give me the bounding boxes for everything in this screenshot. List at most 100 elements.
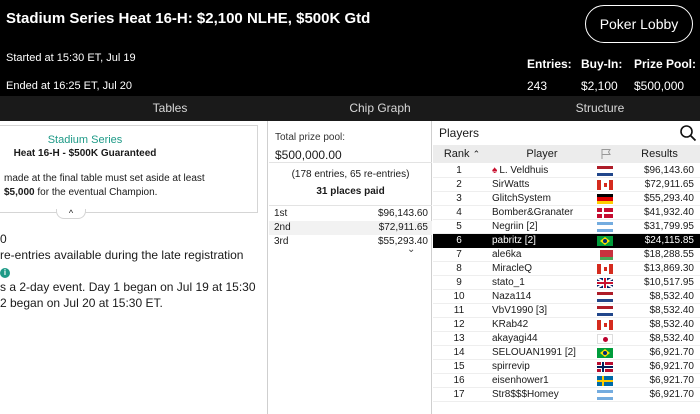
tab-tables[interactable]: Tables — [60, 96, 280, 121]
search-icon[interactable] — [679, 124, 697, 142]
player-rank: 4 — [456, 207, 462, 218]
poker-lobby-button[interactable]: Poker Lobby — [585, 5, 693, 43]
flag-de-icon — [597, 194, 613, 204]
player-rank: 1 — [456, 165, 462, 176]
player-name-cell: ale6ka — [492, 248, 521, 262]
note-line-2: re-entries available during the late reg… — [0, 248, 244, 262]
tab-bar: Tables Chip Graph Structure — [0, 96, 700, 121]
player-result: $6,921.70 — [649, 347, 695, 358]
player-name-cell: ♠ L. Veldhuis — [492, 164, 548, 178]
tab-chip-graph[interactable]: Chip Graph — [270, 96, 490, 121]
player-result: $55,293.40 — [643, 193, 694, 204]
desc-line-1: made at the final table must set aside a… — [4, 173, 205, 184]
player-rank: 8 — [456, 263, 462, 274]
player-row[interactable]: 3 GlitchSystem $55,293.40 — [433, 192, 700, 206]
player-name-cell: Negriin [2] — [492, 220, 538, 234]
player-result: $8,532.40 — [649, 305, 695, 316]
sort-up-icon: ⌃ — [472, 149, 481, 159]
row-divider — [433, 401, 700, 402]
flag-se-icon — [597, 376, 613, 386]
player-name: SELOUAN1991 [2] — [492, 347, 576, 358]
players-panel: Players Rank ⌃ Player Results 1 ♠ L. Veldh… — [433, 121, 700, 414]
player-name-cell: stato_1 — [492, 276, 525, 290]
player-name: ale6ka — [492, 249, 522, 260]
flag-jp-icon — [597, 334, 613, 344]
player-row[interactable]: 9 stato_1 $10,517.95 — [433, 276, 700, 290]
player-rank: 13 — [453, 333, 465, 344]
total-prize-pool-value: $500,000.00 — [275, 148, 342, 162]
player-result: $8,532.40 — [649, 333, 695, 344]
player-name-cell: Naza114 — [492, 290, 531, 304]
player-row[interactable]: 17 Str8$$$Homey $6,921.70 — [433, 388, 700, 402]
note-line-4: s a 2-day event. Day 1 began on Jul 19 a… — [0, 280, 256, 294]
payout-row: 1st $96,143.60 — [269, 207, 432, 221]
player-row[interactable]: 15 spirrevip $6,921.70 — [433, 360, 700, 374]
player-rank: 10 — [453, 291, 465, 302]
rank-header-label: Rank — [443, 148, 470, 160]
player-row[interactable]: 12 KRab42 $8,532.40 — [433, 318, 700, 332]
player-row[interactable]: 5 Negriin [2] $31,799.95 — [433, 220, 700, 234]
player-name-cell: akayagi44 — [492, 332, 538, 346]
player-name: KRab42 — [492, 319, 529, 330]
flag-by-icon — [597, 250, 613, 260]
player-row[interactable]: 8 MiracleQ $13,869.30 — [433, 262, 700, 276]
tab-structure[interactable]: Structure — [490, 96, 700, 121]
flag-nl-icon — [597, 292, 613, 302]
flag-br-icon — [597, 236, 613, 246]
player-name: Negriin [2] — [492, 221, 538, 232]
player-result: $6,921.70 — [649, 375, 695, 386]
player-rank: 17 — [453, 389, 465, 400]
player-column-header[interactable]: Player — [491, 145, 593, 163]
player-row[interactable]: 1 ♠ L. Veldhuis $96,143.60 — [433, 164, 700, 178]
player-row[interactable]: 2 SirWatts $72,911.65 — [433, 178, 700, 192]
flag-ca-icon — [597, 264, 613, 274]
flag-ar-icon — [597, 390, 613, 400]
player-name-cell: eisenhower1 — [492, 374, 549, 388]
player-result: $10,517.95 — [643, 277, 694, 288]
tournament-header: Stadium Series Heat 16-H: $2,100 NLHE, $… — [0, 0, 700, 96]
player-result: $31,799.95 — [643, 221, 694, 232]
player-name: Naza114 — [492, 291, 532, 302]
player-row[interactable]: 10 Naza114 $8,532.40 — [433, 290, 700, 304]
results-column-header[interactable]: Results — [619, 145, 700, 163]
info-description: made at the final table must set aside a… — [4, 172, 244, 200]
player-name-cell: SirWatts — [492, 178, 529, 192]
player-result: $8,532.40 — [649, 291, 695, 302]
player-rank: 15 — [453, 361, 465, 372]
player-rank: 11 — [453, 305, 465, 316]
player-rank: 16 — [453, 375, 465, 386]
player-rank: 5 — [456, 221, 462, 232]
player-name: eisenhower1 — [492, 375, 549, 386]
players-title: Players — [439, 126, 480, 140]
player-name: SirWatts — [492, 179, 530, 190]
player-row[interactable]: 14 SELOUAN1991 [2] $6,921.70 — [433, 346, 700, 360]
note-line-5: 2 began on Jul 20 at 15:30 ET. — [0, 296, 163, 310]
player-name: L. Veldhuis — [499, 165, 549, 176]
player-row[interactable]: 13 akayagi44 $8,532.40 — [433, 332, 700, 346]
info-icon[interactable]: i — [0, 268, 10, 278]
flag-column-icon — [601, 149, 611, 160]
player-name: stato_1 — [492, 277, 525, 288]
desc-amount: $5,000 — [4, 187, 35, 198]
player-row[interactable]: 7 ale6ka $18,288.55 — [433, 248, 700, 262]
start-time: Started at 15:30 ET, Jul 19 — [6, 52, 136, 64]
collapse-info-button[interactable]: ^ — [56, 209, 86, 219]
entries-label: Entries: — [527, 57, 572, 71]
player-result: $96,143.60 — [643, 165, 694, 176]
expand-payouts-chevron-icon[interactable]: ⌄ — [407, 244, 415, 255]
player-row-selected[interactable]: 6 pabritz [2] $24,115.85 — [433, 234, 700, 248]
player-result: $13,869.30 — [643, 263, 694, 274]
rank-column-header[interactable]: Rank ⌃ — [433, 145, 491, 163]
player-name-cell: pabritz [2] — [492, 234, 536, 248]
tournament-title: Stadium Series Heat 16-H: $2,100 NLHE, $… — [6, 10, 371, 27]
player-row[interactable]: 4 Bomber&Granater $41,932.40 — [433, 206, 700, 220]
player-rank: 9 — [456, 277, 462, 288]
entries-breakdown: (178 entries, 65 re-entries) — [291, 169, 410, 180]
flag-column-header[interactable] — [593, 145, 619, 163]
places-paid: 31 places paid — [316, 186, 385, 197]
player-name: pabritz [2] — [492, 235, 536, 246]
player-name: Bomber&Granater — [492, 207, 574, 218]
player-name-cell: Bomber&Granater — [492, 206, 573, 220]
player-row[interactable]: 11 VbV1990 [3] $8,532.40 — [433, 304, 700, 318]
player-row[interactable]: 16 eisenhower1 $6,921.70 — [433, 374, 700, 388]
